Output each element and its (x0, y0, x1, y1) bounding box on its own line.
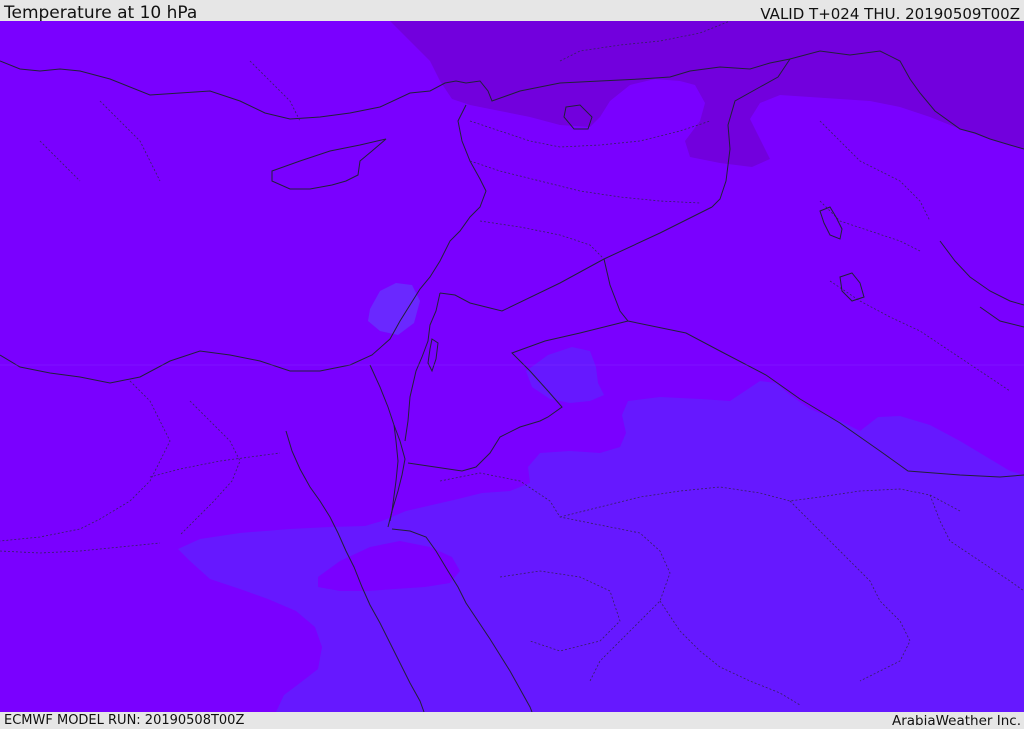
map-canvas (0, 21, 1024, 712)
header-bar: Temperature at 10 hPa VALID T+024 THU. 2… (0, 0, 1024, 23)
weather-map-page: Temperature at 10 hPa VALID T+024 THU. 2… (0, 0, 1024, 729)
temperature-map (0, 21, 1024, 712)
footer-bar: ECMWF MODEL RUN: 20190508T00Z ArabiaWeat… (0, 712, 1024, 729)
map-title: Temperature at 10 hPa (4, 3, 198, 23)
model-run-label: ECMWF MODEL RUN: 20190508T00Z (4, 713, 245, 728)
provider-label: ArabiaWeather Inc. (891, 713, 1021, 729)
